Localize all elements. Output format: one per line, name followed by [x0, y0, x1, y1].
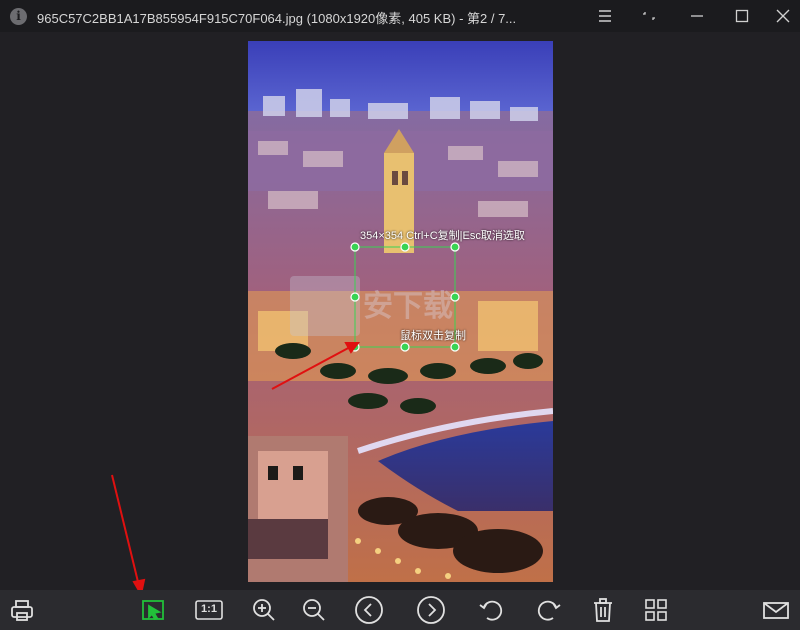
mail-icon[interactable] — [761, 595, 791, 625]
annotation-arrows — [111, 342, 361, 597]
zoom-in-icon[interactable] — [249, 595, 279, 625]
select-icon[interactable] — [138, 595, 168, 625]
previous-icon[interactable] — [354, 595, 384, 625]
delete-icon[interactable] — [588, 595, 618, 625]
print-icon[interactable] — [7, 595, 37, 625]
arrow-to-select-tool — [111, 474, 140, 587]
grid-icon[interactable] — [641, 595, 671, 625]
zoom-out-icon[interactable] — [299, 595, 329, 625]
rotate-left-icon[interactable] — [476, 595, 506, 625]
actual-size-label: 1:1 — [201, 603, 217, 615]
next-icon[interactable] — [416, 595, 446, 625]
bottom-toolbar: 1:1 — [0, 590, 800, 630]
rotate-right-icon[interactable] — [534, 595, 564, 625]
arrow-head-selection — [344, 342, 361, 354]
actual-size-icon[interactable]: 1:1 — [194, 595, 224, 625]
arrow-to-selection — [271, 345, 353, 390]
